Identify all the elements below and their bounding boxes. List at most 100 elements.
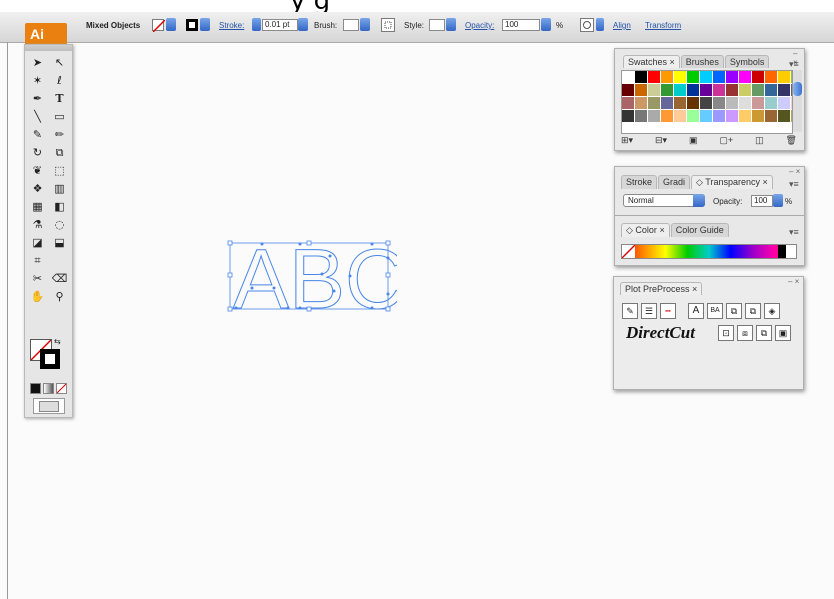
envelope-grid-icon[interactable]: [381, 18, 395, 32]
swatch[interactable]: [700, 84, 712, 96]
registration-marks-icon[interactable]: ⊡: [718, 325, 734, 341]
eyedropper-tool-icon[interactable]: ⚗: [28, 216, 47, 233]
swatch[interactable]: [700, 110, 712, 122]
swatch[interactable]: [648, 84, 660, 96]
swatch[interactable]: [635, 97, 647, 109]
type-tool-icon[interactable]: T: [50, 90, 69, 107]
outline-letter-icon[interactable]: A: [688, 303, 704, 319]
swatches-scrollbar[interactable]: [793, 70, 802, 132]
hand-tool-icon[interactable]: ✋: [28, 288, 47, 305]
scale-tool-icon[interactable]: ⧉: [50, 144, 69, 161]
panel-menu-icon[interactable]: ▾≡: [789, 227, 799, 238]
new-color-group-icon[interactable]: ▢+: [719, 135, 733, 147]
column-graph-tool-icon[interactable]: ▥: [50, 180, 69, 197]
mesh-tool-icon[interactable]: ▦: [28, 198, 47, 215]
tab-symbols[interactable]: Symbols: [724, 55, 770, 68]
panel-menu-icon[interactable]: ▾≡: [789, 59, 799, 70]
swatch[interactable]: [752, 84, 764, 96]
shape-target-icon[interactable]: ◈: [764, 303, 780, 319]
swatch[interactable]: [700, 71, 712, 83]
brush-dropdown-icon[interactable]: [360, 18, 370, 31]
style-dropdown-icon[interactable]: [446, 18, 456, 31]
align-link[interactable]: Align: [613, 21, 631, 30]
panel-collapse-icon[interactable]: – ×: [788, 277, 799, 286]
swatch[interactable]: [700, 97, 712, 109]
swatch[interactable]: [674, 84, 686, 96]
live-paint-selection-tool-icon[interactable]: ⬓: [50, 234, 69, 251]
swatch[interactable]: [687, 97, 699, 109]
swatch[interactable]: [635, 110, 647, 122]
artboard-selection[interactable]: ABC: [222, 236, 397, 316]
brush-field[interactable]: [343, 19, 359, 31]
pen-tool-icon[interactable]: ✒: [28, 90, 47, 107]
slice-tool-icon[interactable]: ✂: [28, 270, 47, 287]
tab-brushes[interactable]: Brushes: [680, 55, 724, 68]
offset-icon[interactable]: ⧉: [756, 325, 772, 341]
transparency-opacity-dropdown-icon[interactable]: [773, 194, 783, 207]
swatch[interactable]: [765, 84, 777, 96]
gradient-tool-icon[interactable]: ◧: [50, 198, 69, 215]
selection-tool-icon[interactable]: ➤: [28, 54, 47, 71]
swatch[interactable]: [752, 97, 764, 109]
gradient-mode-icon[interactable]: [43, 383, 54, 394]
swatch[interactable]: [778, 84, 790, 96]
delete-swatch-icon[interactable]: 🗑: [786, 135, 797, 147]
swatch[interactable]: [726, 110, 738, 122]
swatch[interactable]: [635, 71, 647, 83]
magic-wand-tool-icon[interactable]: ✶: [28, 72, 47, 89]
tab-transparency[interactable]: ◇ Transparency ×: [691, 175, 773, 189]
swatch[interactable]: [622, 110, 634, 122]
transform-link[interactable]: Transform: [645, 21, 681, 30]
fill-swatch[interactable]: [152, 19, 166, 33]
opacity-input[interactable]: 100: [502, 19, 540, 31]
opacity-link[interactable]: Opacity:: [465, 21, 494, 30]
swatch[interactable]: [778, 71, 790, 83]
symbol-sprayer-tool-icon[interactable]: ❖: [28, 180, 47, 197]
stroke-link[interactable]: Stroke:: [219, 21, 244, 30]
swatch[interactable]: [661, 97, 673, 109]
black-color-icon[interactable]: [778, 245, 786, 258]
swatch[interactable]: [674, 71, 686, 83]
swatch[interactable]: [726, 84, 738, 96]
rotate-tool-icon[interactable]: ↻: [28, 144, 47, 161]
swatch[interactable]: [661, 71, 673, 83]
fill-stroke-widget[interactable]: ⇆: [30, 337, 64, 373]
transparency-opacity-input[interactable]: 100: [751, 195, 773, 207]
stroke-weight-stepper[interactable]: [252, 18, 261, 31]
recolor-dropdown-icon[interactable]: [596, 18, 604, 31]
swatch[interactable]: [726, 71, 738, 83]
warp-tool-icon[interactable]: ❦: [28, 162, 47, 179]
stroke-dropdown-icon[interactable]: [200, 18, 210, 31]
pen-plot-icon[interactable]: ✎: [622, 303, 638, 319]
swatch[interactable]: [726, 97, 738, 109]
swatch[interactable]: [622, 84, 634, 96]
shape-copy-icon[interactable]: ⧉: [745, 303, 761, 319]
direct-selection-tool-icon[interactable]: ↖: [50, 54, 69, 71]
swatch[interactable]: [622, 97, 634, 109]
color-spectrum-bar[interactable]: [621, 244, 797, 259]
zoom-tool-icon[interactable]: ⚲: [50, 288, 69, 305]
tab-stroke[interactable]: Stroke: [621, 175, 658, 189]
swatch[interactable]: [739, 97, 751, 109]
outlined-text[interactable]: ABC: [233, 236, 398, 316]
dashed-line-icon[interactable]: ┅: [660, 303, 676, 319]
opacity-dropdown-icon[interactable]: [541, 18, 551, 31]
style-field[interactable]: [429, 19, 445, 31]
free-transform-tool-icon[interactable]: ⬚: [50, 162, 69, 179]
ba-icon[interactable]: BA: [707, 303, 723, 319]
swatch[interactable]: [713, 110, 725, 122]
paintbrush-tool-icon[interactable]: ✎: [28, 126, 47, 143]
stroke-swatch[interactable]: [186, 19, 198, 31]
tab-swatches[interactable]: Swatches ×: [623, 55, 680, 68]
swatch[interactable]: [739, 110, 751, 122]
none-mode-icon[interactable]: [56, 383, 67, 394]
swatch-options-icon[interactable]: ▣: [689, 135, 698, 147]
blend-tool-icon[interactable]: ◌: [50, 216, 69, 233]
swatch[interactable]: [635, 84, 647, 96]
screen-mode-button[interactable]: [33, 398, 65, 414]
recolor-icon[interactable]: [580, 18, 594, 32]
white-color-icon[interactable]: [786, 245, 796, 258]
swatch[interactable]: [752, 110, 764, 122]
swatch[interactable]: [765, 97, 777, 109]
tab-plot-preprocess[interactable]: Plot PreProcess ×: [620, 282, 703, 295]
